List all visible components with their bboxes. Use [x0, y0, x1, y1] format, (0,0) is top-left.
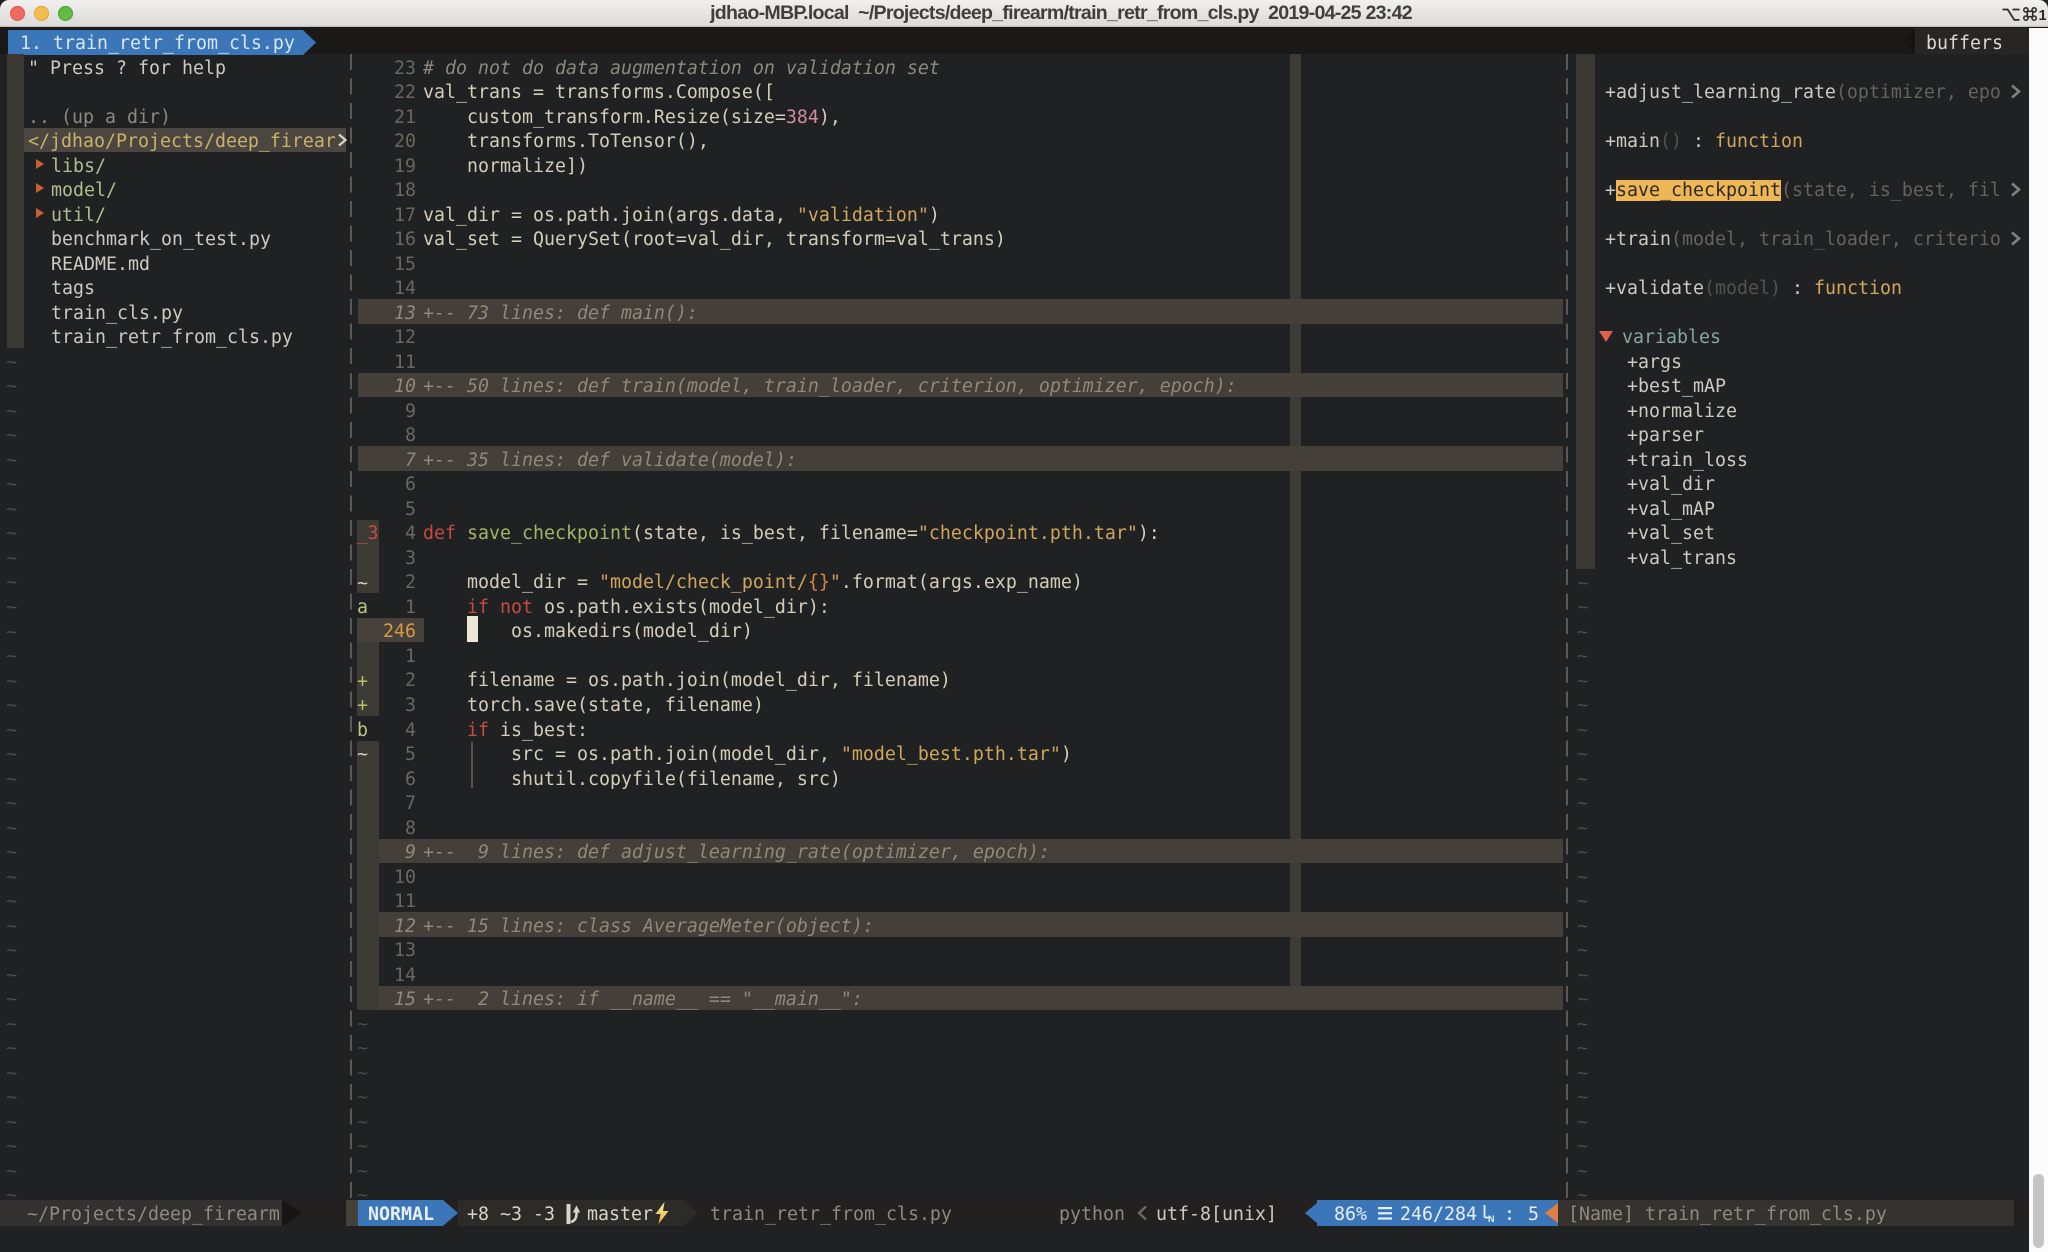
- svg-text:N: N: [1488, 1214, 1495, 1223]
- svg-text:1: 1: [2039, 7, 2047, 23]
